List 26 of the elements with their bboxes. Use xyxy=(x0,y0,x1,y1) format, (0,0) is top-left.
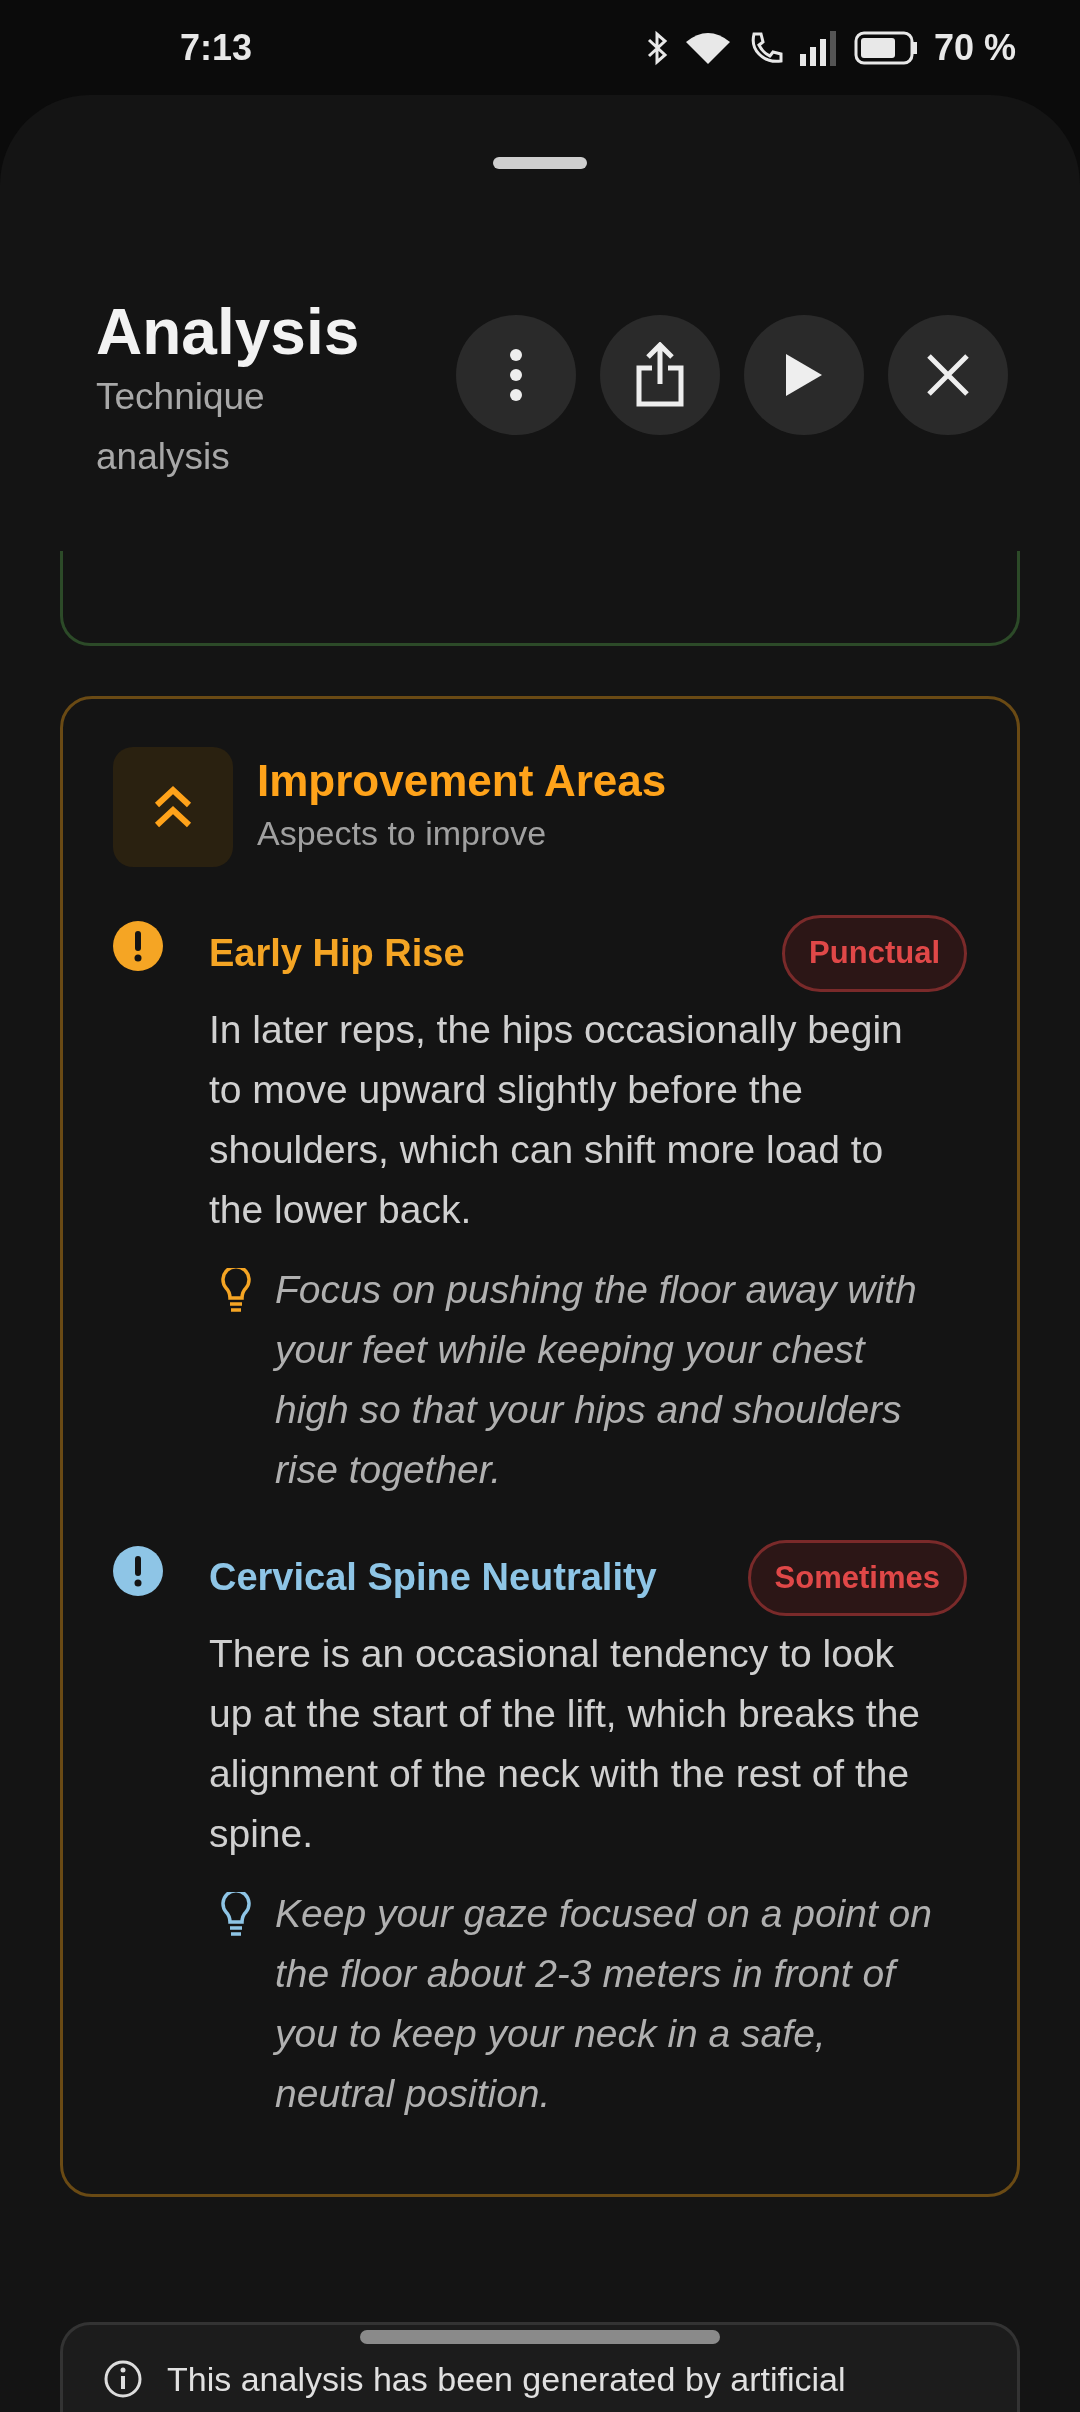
status-time: 7:13 xyxy=(180,25,253,70)
info-icon xyxy=(103,2359,143,2399)
section-title: Improvement Areas xyxy=(257,755,667,808)
frequency-tag: Punctual xyxy=(782,915,967,992)
tip-text: Keep your gaze focused on a point on the floor about 2-3 meters in front of you to keep your neck in a safe, neutral position. xyxy=(275,1891,933,2118)
play-icon xyxy=(784,352,824,398)
battery-percentage: 70 % xyxy=(933,25,1016,70)
section-subtitle: Aspects to improve xyxy=(257,813,548,855)
issue-description: There is an occasional tendency to look up at the start of the lift, which breaks the alignment of the neck with the rest of the spine. xyxy=(209,1631,922,1858)
lightbulb-icon xyxy=(221,1892,251,1937)
lightbulb-icon xyxy=(221,1267,251,1312)
tip-text: Focus on pushing the floor away with your feet while keeping your chest high so that your hips and shoulders rise together. xyxy=(275,1266,918,1493)
close-icon xyxy=(926,353,970,397)
sheet-title: Analysis xyxy=(96,297,360,368)
more-icon xyxy=(508,348,524,402)
sheet-subtitle: Technique analysis xyxy=(96,375,266,480)
issue-title: Cervical Spine Neutrality xyxy=(209,1555,657,1601)
issue-title: Early Hip Rise xyxy=(209,930,465,976)
issue-description: In later reps, the hips occasionally begin to move upward slightly before the shoulders, which can shift more load to the lower back. xyxy=(209,1006,904,1233)
bluetooth-icon xyxy=(645,29,668,66)
disclaimer-text: This analysis has been generated by artificial xyxy=(167,2359,846,2399)
signal-icon xyxy=(799,29,838,66)
battery-icon xyxy=(853,30,918,65)
frequency-tag: Sometimes xyxy=(747,1539,967,1617)
share-icon xyxy=(635,342,685,408)
chevrons-up-icon xyxy=(113,747,233,868)
